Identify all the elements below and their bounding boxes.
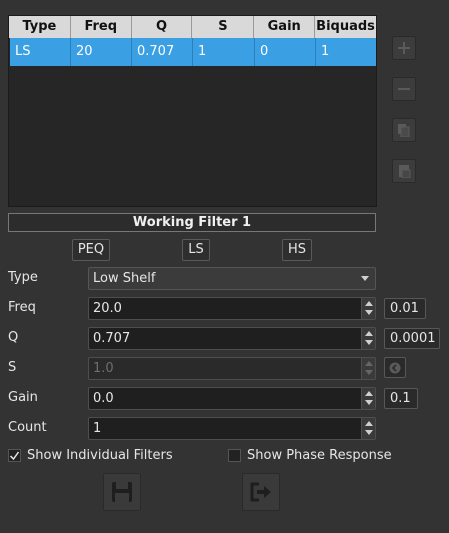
type-combobox[interactable]: Low Shelf [88, 267, 376, 290]
show-individual-filters-label[interactable]: Show Individual Filters [27, 447, 173, 464]
column-header-freq[interactable]: Freq [71, 16, 132, 38]
s-back-button[interactable] [384, 357, 406, 378]
table-header: Type Freq Q S Gain Biquads [9, 16, 376, 38]
cell-biquads[interactable]: 1 [316, 38, 376, 66]
show-individual-filters-checkbox[interactable] [8, 449, 21, 462]
export-icon [250, 482, 271, 502]
column-header-biquads[interactable]: Biquads [315, 16, 376, 38]
s-value: 1.0 [93, 361, 114, 376]
type-combobox-value: Low Shelf [93, 271, 156, 286]
checkmark-icon [9, 451, 20, 461]
remove-filter-button[interactable] [392, 77, 416, 101]
s-stepper [361, 358, 375, 379]
add-icon [398, 42, 410, 54]
table-row[interactable]: LS 20 0.707 1 0 1 [10, 38, 376, 66]
add-filter-button[interactable] [392, 36, 416, 60]
type-label: Type [8, 270, 38, 285]
paste-filter-button[interactable] [392, 159, 416, 183]
arrow-up-icon[interactable] [365, 421, 373, 426]
export-button[interactable] [242, 473, 280, 511]
arrow-down-icon [365, 370, 373, 375]
freq-spinbox[interactable]: 20.0 [88, 297, 376, 320]
arrow-down-icon[interactable] [365, 400, 373, 405]
column-header-s[interactable]: S [192, 16, 255, 38]
column-header-type[interactable]: Type [9, 16, 71, 38]
arrow-up-icon[interactable] [365, 301, 373, 306]
s-spinbox: 1.0 [88, 357, 376, 380]
q-spinbox[interactable]: 0.707 [88, 327, 376, 350]
arrow-down-icon[interactable] [365, 430, 373, 435]
peq-button[interactable]: PEQ [72, 239, 110, 261]
s-label: S [8, 360, 17, 375]
gain-value: 0.0 [93, 391, 114, 406]
column-header-gain[interactable]: Gain [254, 16, 316, 38]
arrow-up-icon[interactable] [365, 391, 373, 396]
freq-value: 20.0 [93, 301, 122, 316]
freq-step-button[interactable]: 0.01 [384, 298, 426, 319]
hs-button[interactable]: HS [282, 239, 312, 261]
ls-button[interactable]: LS [182, 239, 210, 261]
working-filter-title: Working Filter 1 [8, 213, 376, 232]
freq-label: Freq [8, 300, 36, 315]
q-step-button[interactable]: 0.0001 [384, 328, 440, 349]
copy-filter-button[interactable] [392, 118, 416, 142]
count-spinbox[interactable]: 1 [88, 417, 376, 440]
arrow-down-icon[interactable] [365, 310, 373, 315]
filter-table[interactable]: Type Freq Q S Gain Biquads LS 20 0.707 1… [8, 15, 377, 207]
back-arrow-icon [389, 362, 401, 373]
freq-stepper[interactable] [361, 298, 375, 319]
cell-freq[interactable]: 20 [71, 38, 132, 66]
paste-icon [399, 165, 411, 178]
column-header-q[interactable]: Q [132, 16, 193, 38]
cell-gain[interactable]: 0 [255, 38, 316, 66]
q-value: 0.707 [93, 331, 131, 346]
save-button[interactable] [103, 473, 141, 511]
gain-stepper[interactable] [361, 388, 375, 409]
gain-spinbox[interactable]: 0.0 [88, 387, 376, 410]
save-icon [112, 482, 132, 502]
copy-icon [398, 124, 410, 137]
q-stepper[interactable] [361, 328, 375, 349]
cell-s[interactable]: 1 [193, 38, 255, 66]
count-label: Count [8, 420, 47, 435]
show-phase-response-checkbox[interactable] [228, 449, 241, 462]
remove-icon [398, 88, 410, 90]
arrow-up-icon[interactable] [365, 331, 373, 336]
arrow-up-icon [365, 361, 373, 366]
gain-step-button[interactable]: 0.1 [384, 388, 418, 409]
chevron-down-icon [361, 276, 369, 281]
q-label: Q [8, 330, 19, 345]
cell-type[interactable]: LS [10, 38, 71, 66]
show-phase-response-label[interactable]: Show Phase Response [247, 447, 392, 464]
count-stepper[interactable] [361, 418, 375, 439]
arrow-down-icon[interactable] [365, 340, 373, 345]
gain-label: Gain [8, 390, 38, 405]
count-value: 1 [93, 421, 102, 436]
cell-q[interactable]: 0.707 [132, 38, 193, 66]
